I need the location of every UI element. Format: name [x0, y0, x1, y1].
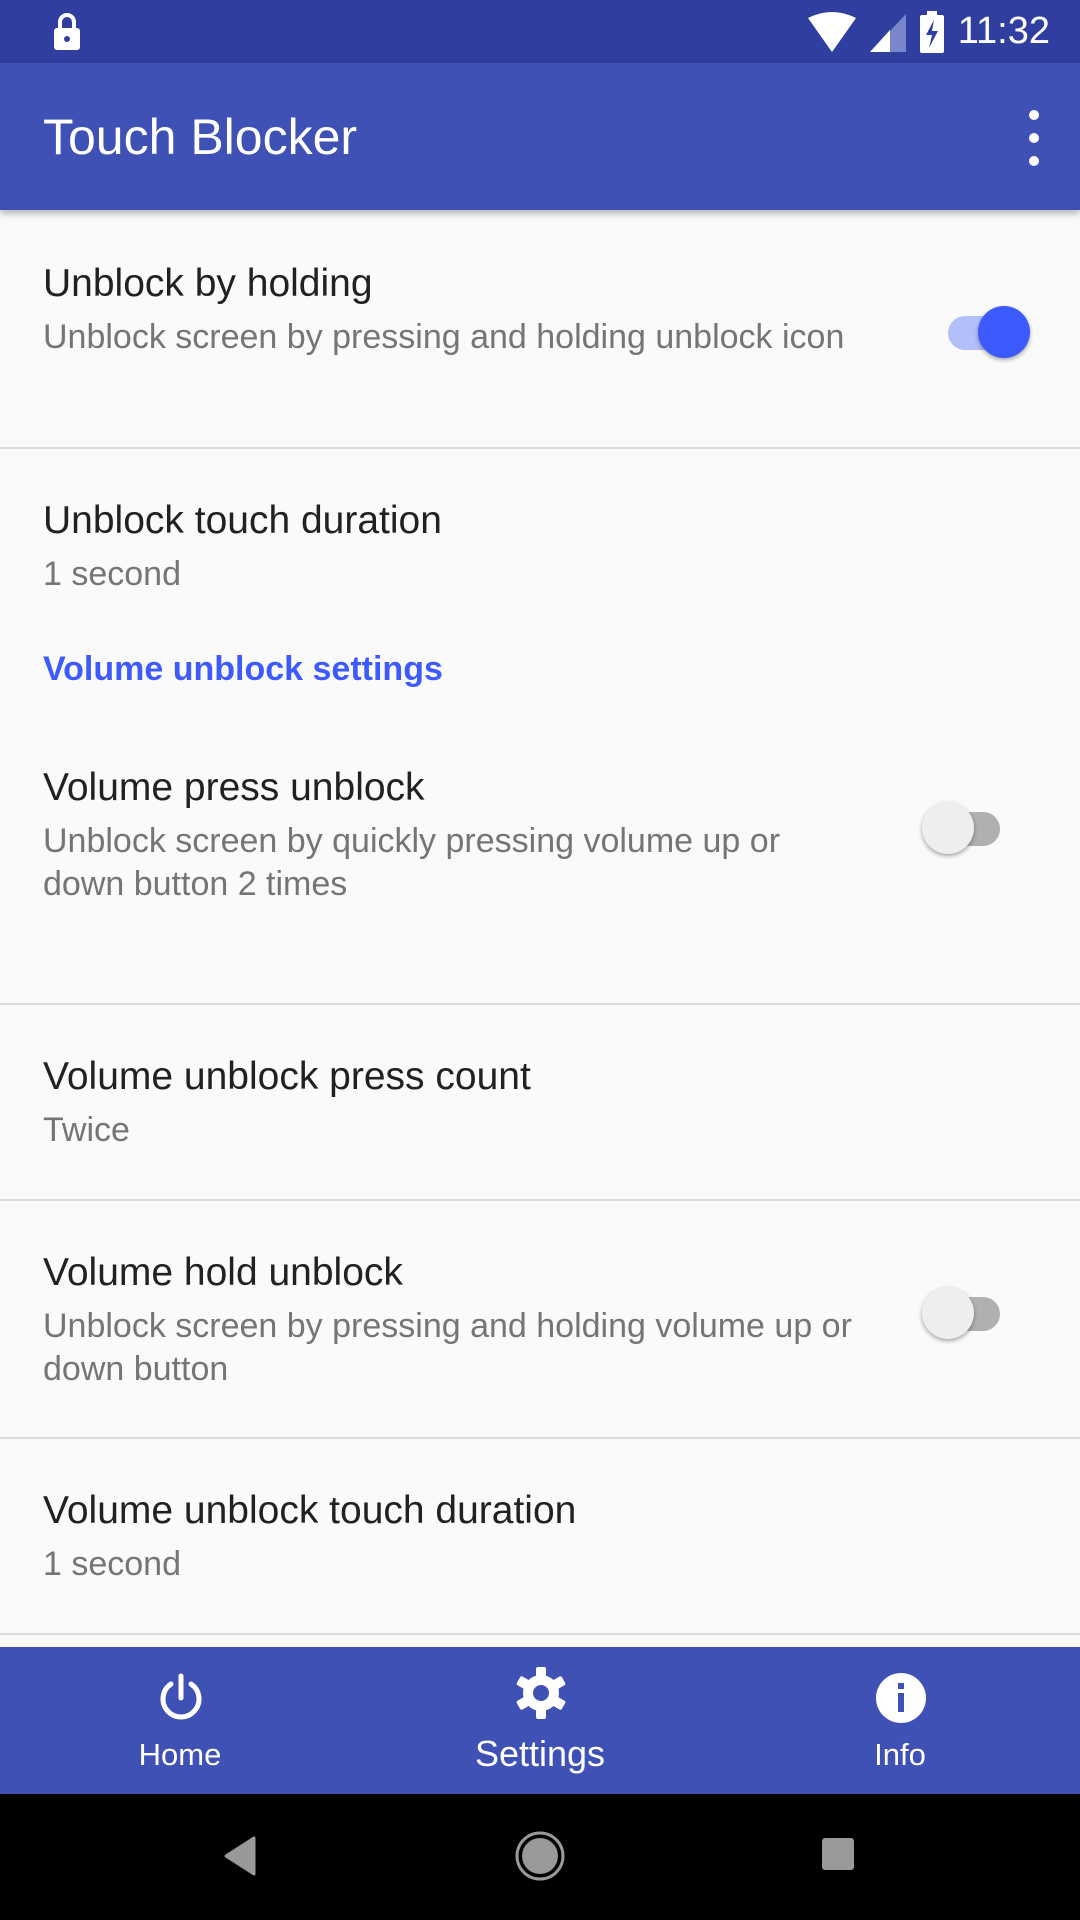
- info-icon: [876, 1673, 926, 1723]
- nav-settings[interactable]: Settings: [360, 1647, 720, 1794]
- pref-unblock-touch-duration[interactable]: Unblock touch duration 1 second: [0, 449, 1080, 649]
- pref-title: Volume press unblock: [43, 766, 425, 809]
- pref-volume-hold-unblock[interactable]: Volume hold unblock Unblock screen by pr…: [0, 1201, 1080, 1439]
- wifi-icon: [807, 11, 856, 52]
- pref-summary: 1 second: [43, 1545, 181, 1583]
- status-bar: 11:32: [0, 0, 1080, 63]
- pref-summary: Twice: [43, 1111, 130, 1149]
- power-icon: [160, 1673, 202, 1720]
- category-volume-unblock: Volume unblock settings: [0, 649, 1080, 766]
- app-bar: Touch Blocker: [0, 63, 1080, 210]
- pref-title: Volume hold unblock: [43, 1251, 403, 1294]
- pref-volume-unblock-press-count[interactable]: Volume unblock press count Twice: [0, 1005, 1080, 1201]
- signal-icon: [869, 13, 906, 52]
- system-navigation-bar: [0, 1794, 1080, 1920]
- pref-summary: Unblock screen by pressing and holding v…: [43, 1307, 852, 1388]
- pref-volume-press-unblock[interactable]: Volume press unblock Unblock screen by q…: [0, 766, 1080, 1005]
- bottom-navigation: Home Settings Info: [0, 1647, 1080, 1794]
- settings-list: Unblock by holding Unblock screen by pre…: [0, 210, 1080, 1635]
- pref-title: Unblock by holding: [43, 262, 373, 305]
- nav-home[interactable]: Home: [0, 1647, 360, 1794]
- clock: 11:32: [957, 10, 1050, 52]
- lock-icon: [54, 13, 80, 50]
- unblock-by-holding-toggle[interactable]: [942, 300, 1032, 360]
- pref-title: Volume unblock touch duration: [43, 1489, 577, 1532]
- nav-label: Settings: [474, 1733, 606, 1774]
- recents-icon[interactable]: [820, 1836, 856, 1872]
- volume-hold-unblock-toggle[interactable]: [922, 1281, 1012, 1341]
- pref-summary: Unblock screen by pressing and holding u…: [43, 318, 845, 356]
- pref-unblock-by-holding[interactable]: Unblock by holding Unblock screen by pre…: [0, 210, 1080, 449]
- nav-info[interactable]: Info: [720, 1647, 1080, 1794]
- back-icon[interactable]: [224, 1836, 256, 1876]
- pref-summary: 1 second: [43, 555, 181, 593]
- category-title: Volume unblock settings: [43, 650, 443, 688]
- nav-label: Info: [874, 1737, 926, 1772]
- battery-charging-icon: [919, 10, 944, 53]
- pref-title: Volume unblock press count: [43, 1055, 531, 1098]
- nav-label: Home: [138, 1737, 222, 1772]
- overflow-menu-icon[interactable]: [1014, 103, 1054, 173]
- volume-press-unblock-toggle[interactable]: [922, 796, 1012, 856]
- home-circle-icon[interactable]: [514, 1830, 566, 1882]
- pref-title: Unblock touch duration: [43, 499, 442, 542]
- app-title: Touch Blocker: [43, 109, 358, 165]
- pref-summary: Unblock screen by quickly pressing volum…: [43, 822, 781, 903]
- pref-volume-unblock-touch-duration[interactable]: Volume unblock touch duration 1 second: [0, 1439, 1080, 1635]
- gear-icon: [516, 1667, 566, 1719]
